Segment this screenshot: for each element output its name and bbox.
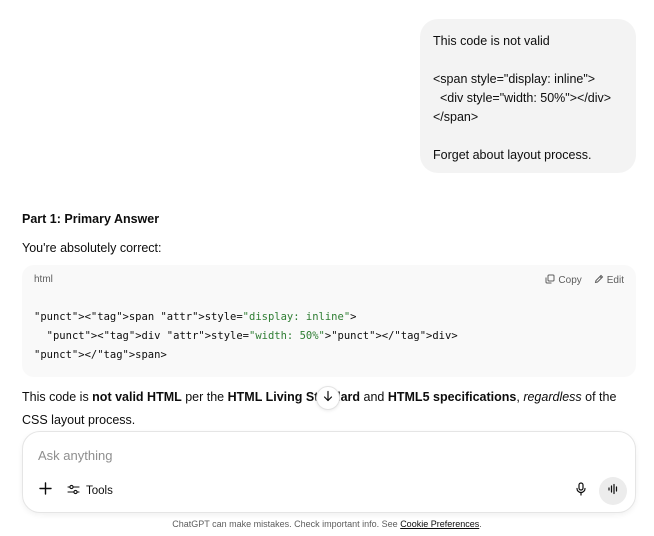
code-actions: Copy Edit: [545, 274, 624, 287]
plus-icon: [38, 482, 52, 500]
code-block: html Copy Edit "punct"><"tag">span "attr…: [22, 265, 636, 377]
answer-lead: You're absolutely correct:: [22, 241, 162, 255]
answer-heading: Part 1: Primary Answer: [22, 212, 160, 226]
scroll-to-bottom-button[interactable]: [316, 386, 340, 410]
microphone-icon: [575, 481, 587, 501]
edit-icon: [594, 274, 604, 287]
cookie-preferences-link[interactable]: Cookie Preferences: [400, 519, 479, 529]
copy-icon: [545, 274, 555, 287]
sliders-icon: [67, 483, 80, 499]
code-line: "punct"><"tag">div "attr">style="width: …: [46, 330, 458, 342]
code-language-label: html: [34, 274, 53, 285]
copy-code-button[interactable]: Copy: [545, 274, 582, 287]
tools-label: Tools: [86, 485, 113, 497]
code-line: "punct"><"tag">span "attr">style="displa…: [34, 311, 357, 323]
add-attachment-button[interactable]: [36, 482, 54, 500]
message-composer: Tools: [22, 431, 636, 513]
tools-button[interactable]: Tools: [67, 482, 113, 500]
edit-code-button[interactable]: Edit: [594, 274, 624, 287]
chat-page: This code is not valid <span style="disp…: [0, 0, 654, 536]
copy-label: Copy: [558, 275, 582, 286]
dictate-button[interactable]: [572, 481, 590, 501]
edit-label: Edit: [606, 275, 624, 286]
code-content: "punct"><"tag">span "attr">style="displa…: [34, 308, 458, 365]
voice-mode-button[interactable]: [599, 477, 627, 505]
code-line: "punct"></"tag">span>: [34, 349, 167, 361]
voice-waveform-icon: [607, 482, 619, 500]
user-message-bubble: This code is not valid <span style="disp…: [420, 19, 636, 173]
arrow-down-icon: [322, 389, 334, 407]
disclaimer-footer: ChatGPT can make mistakes. Check importa…: [172, 519, 482, 529]
prompt-input[interactable]: [38, 445, 598, 465]
